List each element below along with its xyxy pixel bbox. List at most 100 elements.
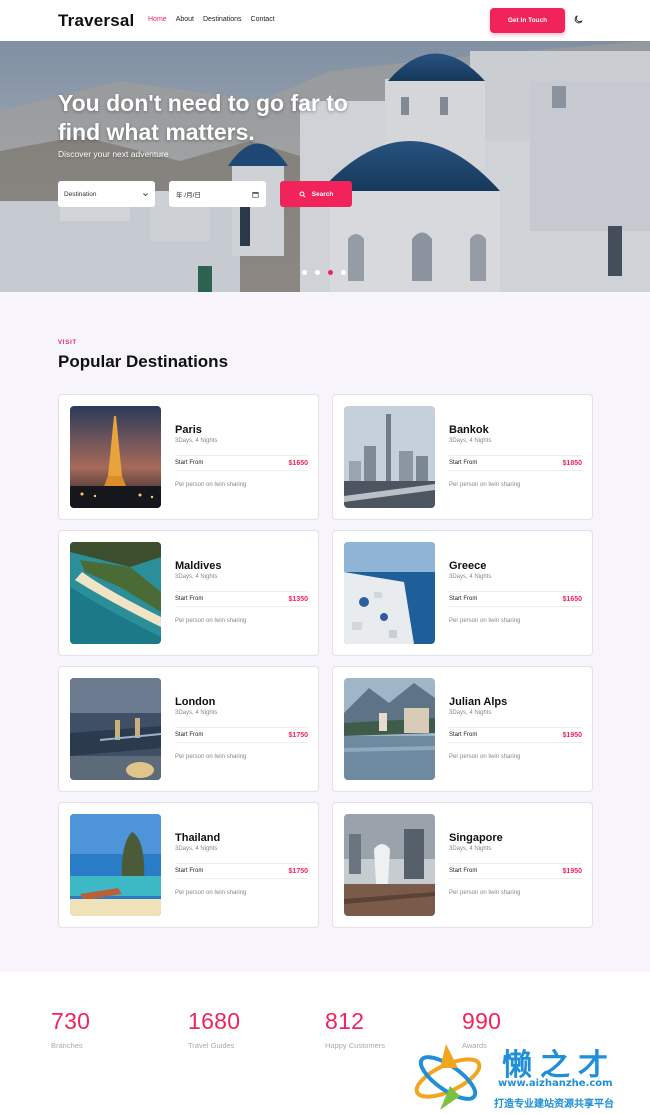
price-row: Start From $1650 xyxy=(449,591,582,607)
destination-duration: 3Days, 4 Nights xyxy=(449,574,492,580)
stat-label: Travel Guides xyxy=(188,1041,235,1050)
destination-card-london[interactable]: London 3Days, 4 Nights Start From $1750 … xyxy=(58,666,319,792)
destination-card-thailand[interactable]: Thailand 3Days, 4 Nights Start From $175… xyxy=(58,802,319,928)
stat-label: Branches xyxy=(51,1041,83,1050)
destination-name: London xyxy=(175,696,216,708)
carousel-dot-active[interactable] xyxy=(328,270,333,275)
paris-photo xyxy=(70,406,161,508)
thailand-photo xyxy=(70,814,161,916)
maldives-photo xyxy=(70,542,161,644)
destination-name: Bankok xyxy=(449,424,489,436)
nav-item-destinations[interactable]: Destinations xyxy=(203,16,242,23)
price-note: Per person on twin sharing xyxy=(449,754,521,760)
destination-name: Maldives xyxy=(175,560,222,572)
destination-card-greece[interactable]: Greece 3Days, 4 Nights Start From $1650 … xyxy=(332,530,593,656)
start-from-label: Start From xyxy=(175,460,204,466)
brand-logo[interactable]: Traversal xyxy=(58,11,134,31)
destination-price: $1350 xyxy=(288,595,308,603)
destination-price: $1850 xyxy=(562,459,582,467)
hero-subtitle: Discover your next adventure xyxy=(58,149,169,159)
watermark-slogan: 打造专业建站资源共享平台 xyxy=(494,1099,614,1110)
price-note: Per person on twin sharing xyxy=(449,482,521,488)
price-row: Start From $1750 xyxy=(175,863,308,879)
destination-price: $1650 xyxy=(288,459,308,467)
moon-icon[interactable] xyxy=(573,14,584,25)
destination-duration: 3Days, 4 Nights xyxy=(175,438,218,444)
price-note: Per person on twin sharing xyxy=(175,482,247,488)
carousel-indicators xyxy=(302,270,346,275)
price-note: Per person on twin sharing xyxy=(449,890,521,896)
main-menu: Home About Destinations Contact xyxy=(148,16,275,23)
destination-name: Julian Alps xyxy=(449,696,508,708)
stat-value: 812 xyxy=(325,1008,365,1034)
stat-happy-customers: 812 Happy Customers xyxy=(325,1008,385,1050)
bankok-photo xyxy=(344,406,435,508)
destination-price: $1950 xyxy=(562,867,582,875)
destination-duration: 3Days, 4 Nights xyxy=(449,438,492,444)
watermark-logo-icon xyxy=(414,1044,482,1110)
watermark: 懒之才 www.aizhanzhe.com 打造专业建站资源共享平台 xyxy=(410,1038,650,1114)
price-note: Per person on twin sharing xyxy=(175,754,247,760)
destination-select-value: Destination xyxy=(64,190,97,198)
search-button-label: Search xyxy=(311,190,334,198)
carousel-dot[interactable] xyxy=(341,270,346,275)
calendar-icon xyxy=(252,191,259,198)
destination-price: $1750 xyxy=(288,731,308,739)
date-input[interactable]: 年 /月/日 xyxy=(169,181,266,207)
stat-label: Happy Customers xyxy=(325,1041,386,1050)
price-row: Start From $1750 xyxy=(175,727,308,743)
nav-item-about[interactable]: About xyxy=(176,16,194,23)
nav-item-home[interactable]: Home xyxy=(148,16,167,23)
destination-name: Singapore xyxy=(449,832,503,844)
greece-photo xyxy=(344,542,435,644)
get-in-touch-button[interactable]: Get In Touch xyxy=(490,8,565,33)
nav-item-contact[interactable]: Contact xyxy=(251,16,275,23)
london-photo xyxy=(70,678,161,780)
top-navbar: Traversal Home About Destinations Contac… xyxy=(0,0,650,41)
destination-duration: 3Days, 4 Nights xyxy=(449,710,492,716)
destination-duration: 3Days, 4 Nights xyxy=(449,846,492,852)
price-note: Per person on twin sharing xyxy=(175,618,247,624)
destination-card-singapore[interactable]: Singapore 3Days, 4 Nights Start From $19… xyxy=(332,802,593,928)
carousel-dot[interactable] xyxy=(315,270,320,275)
start-from-label: Start From xyxy=(449,460,478,466)
start-from-label: Start From xyxy=(175,868,204,874)
chevron-down-icon xyxy=(143,192,148,196)
start-from-label: Start From xyxy=(175,596,204,602)
date-input-placeholder: 年 /月/日 xyxy=(176,192,201,199)
popular-destinations-section: VISIT Popular Destinations Paris 3Days, … xyxy=(0,292,650,972)
section-eyebrow: VISIT xyxy=(58,340,78,346)
destination-card-julian-alps[interactable]: Julian Alps 3Days, 4 Nights Start From $… xyxy=(332,666,593,792)
search-button[interactable]: Search xyxy=(280,181,352,207)
price-row: Start From $1950 xyxy=(449,863,582,879)
destination-card-paris[interactable]: Paris 3Days, 4 Nights Start From $1650 P… xyxy=(58,394,319,520)
destination-price: $1950 xyxy=(562,731,582,739)
destination-card-bankok[interactable]: Bankok 3Days, 4 Nights Start From $1850 … xyxy=(332,394,593,520)
price-row: Start From $1850 xyxy=(449,455,582,471)
destination-price: $1750 xyxy=(288,867,308,875)
price-note: Per person on twin sharing xyxy=(175,890,247,896)
hero-title: You don't need to go far to find what ma… xyxy=(58,90,348,145)
hero-carousel: You don't need to go far to find what ma… xyxy=(0,41,650,292)
destination-duration: 3Days, 4 Nights xyxy=(175,574,218,580)
destination-card-maldives[interactable]: Maldives 3Days, 4 Nights Start From $135… xyxy=(58,530,319,656)
destination-duration: 3Days, 4 Nights xyxy=(175,710,218,716)
stat-value: 730 xyxy=(51,1008,91,1034)
destination-name: Thailand xyxy=(175,832,221,844)
price-row: Start From $1950 xyxy=(449,727,582,743)
section-title: Popular Destinations xyxy=(58,352,229,371)
singapore-photo xyxy=(344,814,435,916)
search-icon xyxy=(299,190,306,198)
stat-value: 990 xyxy=(462,1008,502,1034)
carousel-dot[interactable] xyxy=(302,270,307,275)
watermark-url: www.aizhanzhe.com xyxy=(498,1078,613,1089)
destination-price: $1650 xyxy=(562,595,582,603)
destination-name: Greece xyxy=(449,560,487,572)
destination-select[interactable]: Destination xyxy=(58,181,155,207)
price-row: Start From $1350 xyxy=(175,591,308,607)
stat-branches: 730 Branches xyxy=(51,1008,90,1050)
price-row: Start From $1650 xyxy=(175,455,308,471)
start-from-label: Start From xyxy=(175,732,204,738)
julian-alps-photo xyxy=(344,678,435,780)
start-from-label: Start From xyxy=(449,596,478,602)
